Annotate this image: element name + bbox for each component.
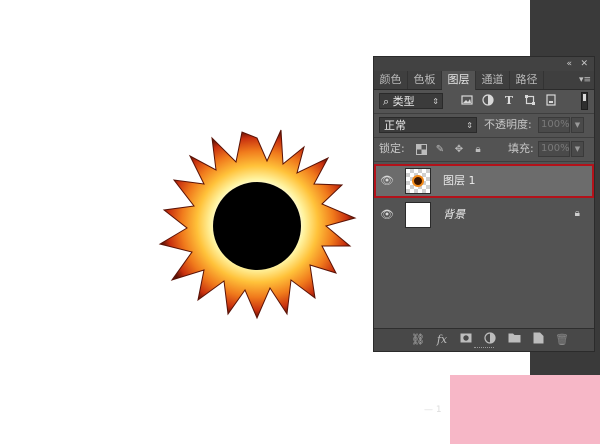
fx-icon[interactable]: fx xyxy=(434,332,450,348)
layers-bottom-toolbar: ⛓ fx 🗑︎ xyxy=(374,328,594,351)
close-icon[interactable]: ✕ xyxy=(580,57,588,71)
new-layer-icon[interactable] xyxy=(530,332,546,348)
tab-color[interactable]: 颜色 xyxy=(374,71,408,89)
layer-name[interactable]: 图层 1 xyxy=(443,173,476,189)
lock-position-icon[interactable]: ✥ xyxy=(453,144,465,156)
blend-mode-value: 正常 xyxy=(384,119,406,132)
layer-name[interactable]: 背景 xyxy=(443,207,465,223)
panel-menu-icon[interactable]: ▾≡ xyxy=(579,71,591,89)
tab-channels[interactable]: 通道 xyxy=(476,71,510,89)
panel-resize-grip[interactable] xyxy=(474,347,494,350)
collapse-icon[interactable]: « xyxy=(566,57,572,71)
panel-title-bar: « ✕ xyxy=(374,57,594,72)
tab-swatches[interactable]: 色板 xyxy=(408,71,442,89)
lock-label: 锁定: xyxy=(379,142,405,155)
folder-icon[interactable] xyxy=(506,332,522,348)
fill-input[interactable]: 100% xyxy=(538,141,570,157)
shape-filter-icon[interactable] xyxy=(523,94,537,108)
tab-layers[interactable]: 图层 xyxy=(442,71,476,90)
filter-row: ⌕ 类型 ⇕ T xyxy=(374,90,594,112)
image-filter-icon[interactable] xyxy=(460,94,474,108)
lock-all-icon[interactable]: 🔒︎ xyxy=(472,144,484,156)
trash-icon[interactable]: 🗑︎ xyxy=(554,332,570,348)
blend-row: 正常 ⇕ 不透明度: 100% ▼ xyxy=(374,114,594,136)
layer-thumbnail xyxy=(405,168,431,194)
fill-dropdown-icon[interactable]: ▼ xyxy=(571,141,584,157)
layers-panel: « ✕ 颜色 色板 图层 通道 路径 ▾≡ ⌕ 类型 ⇕ T 正常 ⇕ 不透明度… xyxy=(373,56,595,352)
eclipse-core xyxy=(213,182,301,270)
type-filter-icon[interactable]: T xyxy=(502,94,516,108)
opacity-input[interactable]: 100% xyxy=(538,117,570,133)
adjustment-filter-icon[interactable] xyxy=(481,94,495,108)
opacity-dropdown-icon[interactable]: ▼ xyxy=(571,117,584,133)
watermark-text: — 1 xyxy=(424,405,442,415)
opacity-label: 不透明度: xyxy=(484,118,532,131)
lock-row: 锁定: ✎ ✥ 🔒︎ 填充: 100% ▼ xyxy=(374,138,594,160)
filter-kind-label: 类型 xyxy=(392,95,415,108)
filter-toggle-switch[interactable] xyxy=(581,92,588,110)
layer-thumbnail xyxy=(405,202,431,228)
eye-icon[interactable]: 👁︎ xyxy=(380,208,394,222)
link-layers-icon[interactable]: ⛓ xyxy=(410,332,426,348)
smart-object-filter-icon[interactable] xyxy=(544,94,558,108)
layer-thumbnail-art xyxy=(414,177,422,185)
add-mask-icon[interactable] xyxy=(458,332,474,348)
panel-tabs: 颜色 色板 图层 通道 路径 ▾≡ xyxy=(374,71,594,90)
lock-icon: 🔒︎ xyxy=(574,208,580,219)
lock-transparent-pixels-icon[interactable] xyxy=(415,144,427,156)
eye-icon[interactable]: 👁︎ xyxy=(380,174,394,188)
lock-image-pixels-icon[interactable]: ✎ xyxy=(434,144,446,156)
tab-paths[interactable]: 路径 xyxy=(510,71,544,89)
search-icon: ⌕ xyxy=(383,95,390,108)
blend-mode-select[interactable]: 正常 ⇕ xyxy=(379,117,477,133)
chevron-updown-icon: ⇕ xyxy=(432,97,439,106)
chevron-updown-icon: ⇕ xyxy=(466,121,473,130)
layers-list: 👁︎ 图层 1 👁︎ 背景 🔒︎ xyxy=(374,162,594,328)
layer-row-layer-1[interactable]: 👁︎ 图层 1 xyxy=(374,164,594,198)
adjustment-layer-icon[interactable] xyxy=(482,332,498,348)
corner-overlay xyxy=(450,375,600,444)
filter-kind-select[interactable]: ⌕ 类型 ⇕ xyxy=(379,93,443,109)
layer-row-background[interactable]: 👁︎ 背景 🔒︎ xyxy=(374,198,594,232)
fill-label: 填充: xyxy=(508,142,534,155)
eclipse-artwork xyxy=(158,129,357,320)
